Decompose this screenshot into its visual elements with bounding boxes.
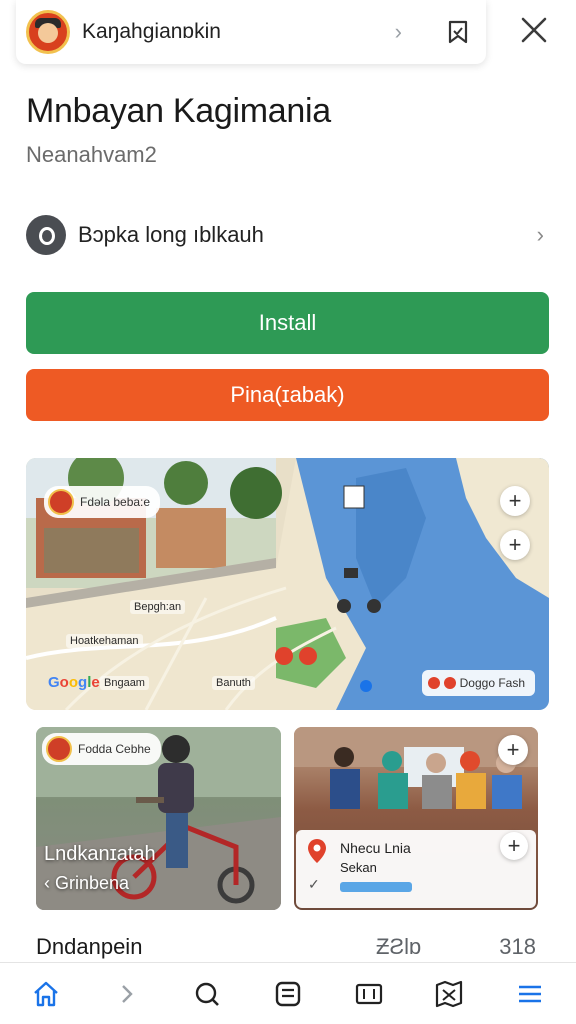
map-preview-card[interactable]: Fdəla beba:e Bepgh:an Hoatkehaman Bngaam… xyxy=(26,458,549,710)
stats-value-2: 318 xyxy=(499,934,536,959)
bottom-navigation xyxy=(0,962,576,1024)
screenshot-pill-label: Fodda Cebhe xyxy=(78,742,151,756)
chevron-left-icon: ‹ xyxy=(44,873,55,893)
app-title: Mnbayan Kagimania xyxy=(26,92,331,130)
developer-label: Bɔpka long ıblkauh xyxy=(78,222,264,247)
map-label: Hoatkehaman xyxy=(66,634,143,648)
header-title: Kaŋahgianɒkin xyxy=(82,20,221,43)
add-button[interactable]: + xyxy=(498,735,528,765)
zoom-in-button[interactable]: + xyxy=(500,486,530,516)
search-icon[interactable] xyxy=(187,974,227,1014)
avatar xyxy=(46,736,72,762)
place-name: Nhecu Lnia xyxy=(340,840,411,856)
pin-icon xyxy=(443,677,456,689)
map-pill-label: Fdəla beba:e xyxy=(80,495,151,509)
place-info-card[interactable]: ✓ Nhecu Lnia Sekan + xyxy=(296,830,536,908)
stats-value-1: ƵƧlɒ xyxy=(376,934,422,959)
chevron-right-icon[interactable]: › xyxy=(395,19,402,45)
screenshot-card[interactable]: + ✓ Nhecu Lnia Sekan + xyxy=(294,727,538,910)
zoom-add-button[interactable]: + xyxy=(500,530,530,560)
add-place-button[interactable]: + xyxy=(500,832,528,860)
close-icon[interactable] xyxy=(518,14,550,46)
stats-label: Dndanpein xyxy=(36,934,143,959)
compass-map-icon[interactable] xyxy=(429,974,469,1014)
map-label: Banuth xyxy=(212,676,255,690)
map-label: Bngaam xyxy=(100,676,149,690)
avatar xyxy=(48,489,74,515)
menu-icon[interactable] xyxy=(510,974,550,1014)
check-icon: ✓ xyxy=(308,876,320,892)
bookmark-icon[interactable] xyxy=(444,18,472,46)
place-rating-bar xyxy=(340,882,412,892)
app-logo xyxy=(26,10,70,54)
home-icon[interactable] xyxy=(26,974,66,1014)
pin-icon xyxy=(427,677,440,689)
developer-row[interactable]: Bɔpka long ıblkauh › xyxy=(26,214,550,256)
arrow-right-icon: › xyxy=(536,222,544,247)
map-icon[interactable] xyxy=(349,974,389,1014)
place-subtitle: Sekan xyxy=(340,860,377,875)
pin-icon xyxy=(308,839,326,863)
map-chip-label: Doggo Fash xyxy=(459,676,525,690)
screenshot-pill: Fodda Cebhe xyxy=(42,733,161,765)
developer-icon xyxy=(26,215,66,255)
screenshot-title: Lndkanɪatah xyxy=(44,843,156,865)
secondary-action-button[interactable]: Pina(ɪabak) xyxy=(26,369,549,421)
screenshot-subtitle: ‹ Grinbena xyxy=(44,873,130,893)
library-icon[interactable] xyxy=(268,974,308,1014)
screenshot-card[interactable]: Fodda Cebhe Lndkanɪatah ‹ Grinbena xyxy=(36,727,281,910)
app-subtitle: Neanahvam2 xyxy=(26,142,157,167)
app-header-bar: Kaŋahgianɒkin › xyxy=(16,0,486,64)
install-button[interactable]: Install xyxy=(26,292,549,354)
map-directions-chip[interactable]: Doggo Fash xyxy=(421,670,535,696)
map-label: Bepgh:an xyxy=(130,600,186,614)
stats-row: Dndanpein ƵƧlɒ 318 xyxy=(36,934,536,960)
map-location-pill[interactable]: Fdəla beba:e xyxy=(44,486,161,518)
google-logo: Google xyxy=(48,674,100,691)
forward-icon[interactable] xyxy=(107,974,147,1014)
